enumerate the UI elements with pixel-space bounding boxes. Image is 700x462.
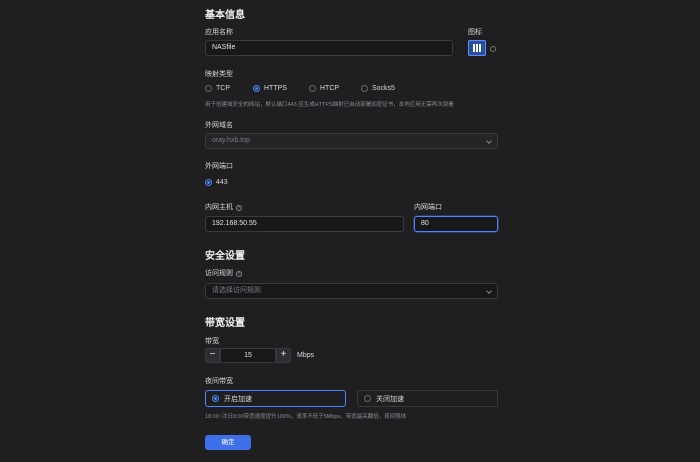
internal-port-input[interactable]: 80 xyxy=(414,216,498,232)
mapping-option-htcp[interactable]: HTCP xyxy=(309,85,361,92)
section-basic-title: 基本信息 xyxy=(205,10,245,21)
night-bandwidth-label: 夜间带宽 xyxy=(205,378,233,385)
mapping-option-socks5[interactable]: Socks5 xyxy=(361,85,411,92)
internal-host-label: 内网主机? xyxy=(205,204,242,211)
domain-value: oray.hxb.top xyxy=(212,137,251,144)
night-bandwidth-hint: 18:00~次日8:00带宽速度提升100%，速率不低于5Mbps，带宽最高翻倍… xyxy=(205,414,407,420)
domain-select[interactable]: oray.hxb.top xyxy=(205,133,498,149)
section-security-title: 安全设置 xyxy=(205,251,245,262)
night-accel-on-option[interactable]: 开启加速 xyxy=(205,390,346,407)
bandwidth-label: 带宽 xyxy=(205,338,219,345)
domain-label: 外网域名 xyxy=(205,122,233,129)
help-icon[interactable]: ? xyxy=(236,205,242,211)
bandwidth-unit: Mbps xyxy=(297,352,315,359)
radio-443-icon xyxy=(205,179,212,186)
mapping-option-https[interactable]: HTTPS xyxy=(253,85,309,92)
icon-settings-icon[interactable] xyxy=(490,46,496,52)
mapping-option-tcp[interactable]: TCP xyxy=(205,85,253,92)
access-rule-label: 访问规则? xyxy=(205,270,242,277)
night-accel-off-option[interactable]: 关闭加速 xyxy=(357,390,498,407)
radio-tcp-icon xyxy=(205,85,212,92)
radio-socks5-icon xyxy=(361,85,368,92)
app-name-input[interactable]: NASfile xyxy=(205,40,453,56)
bandwidth-input[interactable]: 15 xyxy=(220,348,276,363)
app-name-label: 应用名称 xyxy=(205,29,233,36)
radio-on-icon xyxy=(212,395,219,402)
radio-off-icon xyxy=(364,395,371,402)
mapping-type-group: TCP HTTPS HTCP Socks5 xyxy=(205,85,411,92)
section-bandwidth-title: 带宽设置 xyxy=(205,318,245,329)
decrement-button[interactable]: − xyxy=(205,348,220,363)
submit-button[interactable]: 确定 xyxy=(205,435,251,450)
internal-host-input[interactable]: 192.168.50.55 xyxy=(205,216,404,232)
internal-port-label: 内网端口 xyxy=(414,204,442,211)
bandwidth-stepper: − 15 + Mbps xyxy=(205,348,314,363)
ext-port-option-443[interactable]: 443 xyxy=(205,179,228,186)
access-rule-placeholder: 请选择访问规则 xyxy=(212,287,261,294)
chevron-down-icon xyxy=(486,138,492,144)
icon-label: 图标 xyxy=(468,29,482,36)
radio-https-icon xyxy=(253,85,260,92)
ext-port-label: 外网端口 xyxy=(205,163,233,170)
help-icon[interactable]: ? xyxy=(236,271,242,277)
access-rule-select[interactable]: 请选择访问规则 xyxy=(205,283,498,299)
app-icon-preview[interactable] xyxy=(468,40,486,56)
radio-htcp-icon xyxy=(309,85,316,92)
mapping-hint: 用于创建域安全的网站，默认端口443 应生成HTTPS映射已自动部署加密证书，本… xyxy=(205,102,454,108)
increment-button[interactable]: + xyxy=(276,348,291,363)
nas-icon xyxy=(473,44,481,52)
mapping-type-label: 映射类型 xyxy=(205,71,233,78)
chevron-down-icon xyxy=(486,288,492,294)
